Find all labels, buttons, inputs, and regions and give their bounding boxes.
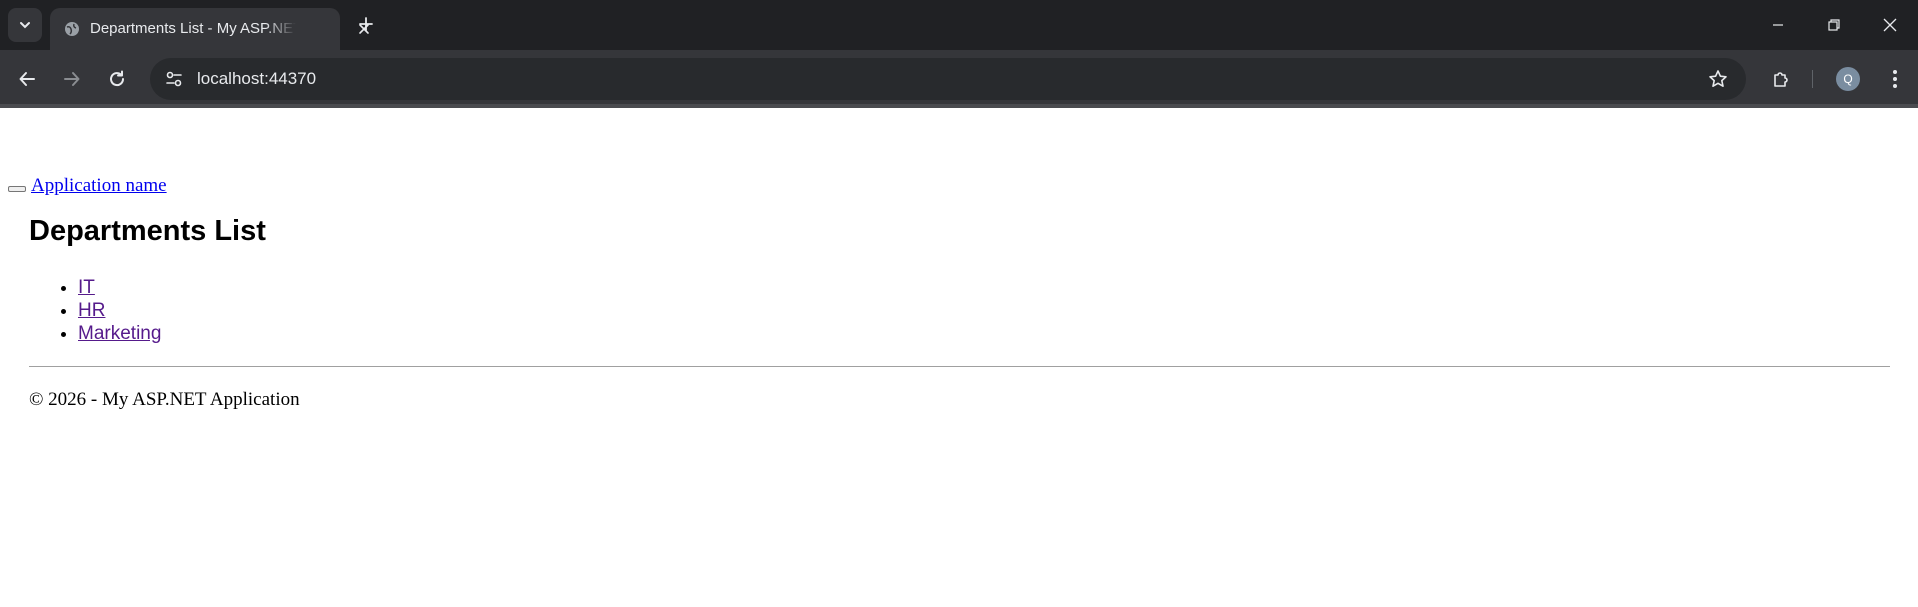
tab-search-button[interactable] <box>8 8 42 42</box>
list-item: Marketing <box>78 322 161 345</box>
url-text[interactable]: localhost:44370 <box>197 69 316 89</box>
globe-icon <box>65 22 79 36</box>
footer-text: © 2026 - My ASP.NET Application <box>29 389 300 410</box>
arrow-left-icon <box>19 72 35 86</box>
close-window-button[interactable] <box>1862 0 1918 50</box>
close-icon <box>1883 18 1897 32</box>
department-link-it[interactable]: IT <box>78 277 95 298</box>
page-content: Application name Departments List IT HR … <box>0 108 1918 607</box>
arrow-right-icon <box>64 72 80 86</box>
app-brand-link[interactable]: Application name <box>31 175 167 197</box>
more-vertical-icon <box>1893 70 1897 88</box>
profile-avatar[interactable]: Q <box>1836 67 1860 91</box>
puzzle-icon <box>1774 72 1788 87</box>
plus-icon <box>359 17 373 31</box>
site-info-button[interactable] <box>158 63 190 95</box>
tab-title: Departments List - My ASP.NET Applicatio… <box>90 20 296 37</box>
footer-divider <box>29 366 1890 367</box>
department-link-marketing[interactable]: Marketing <box>78 323 161 344</box>
bookmark-button[interactable] <box>1706 67 1730 91</box>
minimize-icon <box>1773 24 1783 26</box>
navbar: Application name <box>8 174 167 198</box>
reload-icon <box>110 70 125 87</box>
browser-menu-button[interactable] <box>1878 62 1912 96</box>
active-tab[interactable]: Departments List - My ASP.NET Applicatio… <box>50 8 369 50</box>
browser-toolbar: localhost:44370 Q <box>0 50 1918 108</box>
department-link-hr[interactable]: HR <box>78 300 105 321</box>
list-item: IT <box>78 276 161 299</box>
forward-button[interactable] <box>55 62 89 96</box>
browser-tab-strip: Departments List - My ASP.NET Applicatio… <box>0 0 1918 50</box>
back-button[interactable] <box>10 62 44 96</box>
list-item: HR <box>78 299 161 322</box>
department-list: IT HR Marketing <box>38 276 161 345</box>
restore-button[interactable] <box>1806 0 1862 50</box>
restore-icon <box>1828 19 1840 31</box>
page-title: Departments List <box>29 215 266 247</box>
address-bar[interactable]: localhost:44370 <box>150 58 1746 100</box>
reload-button[interactable] <box>100 62 134 96</box>
new-tab-button[interactable] <box>352 10 380 38</box>
toolbar-divider <box>1812 70 1813 88</box>
chevron-down-icon <box>20 22 30 29</box>
navbar-toggle-button[interactable] <box>8 186 26 192</box>
minimize-button[interactable] <box>1750 0 1806 50</box>
extensions-button[interactable] <box>1764 62 1798 96</box>
tune-icon <box>166 71 182 87</box>
star-icon <box>1709 70 1727 87</box>
